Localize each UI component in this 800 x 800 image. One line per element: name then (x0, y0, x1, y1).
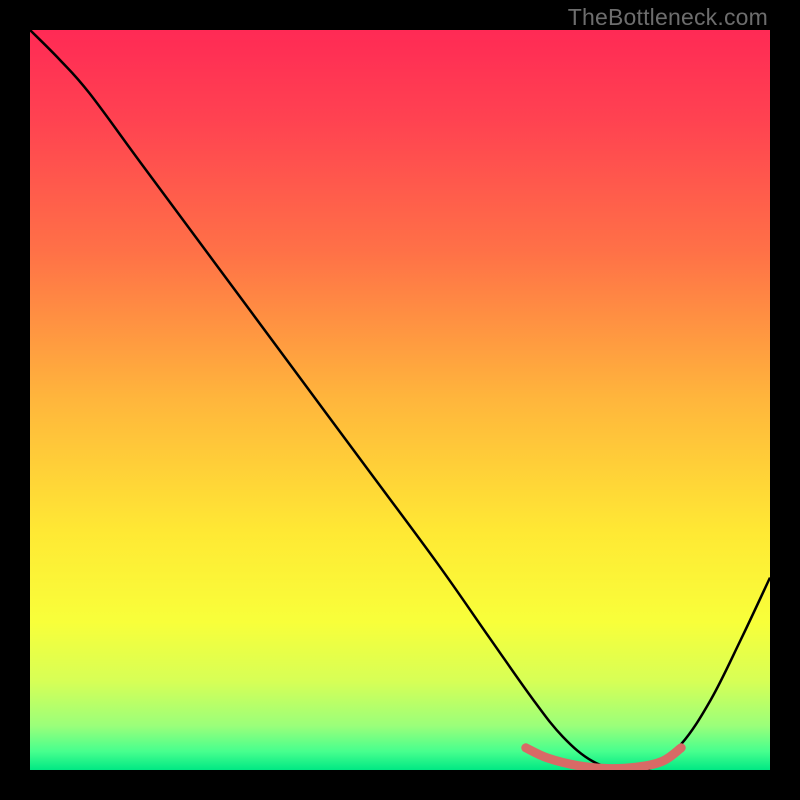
chart-frame (30, 30, 770, 770)
watermark-text: TheBottleneck.com (568, 4, 768, 31)
chart-background (30, 30, 770, 770)
bottleneck-chart (30, 30, 770, 770)
